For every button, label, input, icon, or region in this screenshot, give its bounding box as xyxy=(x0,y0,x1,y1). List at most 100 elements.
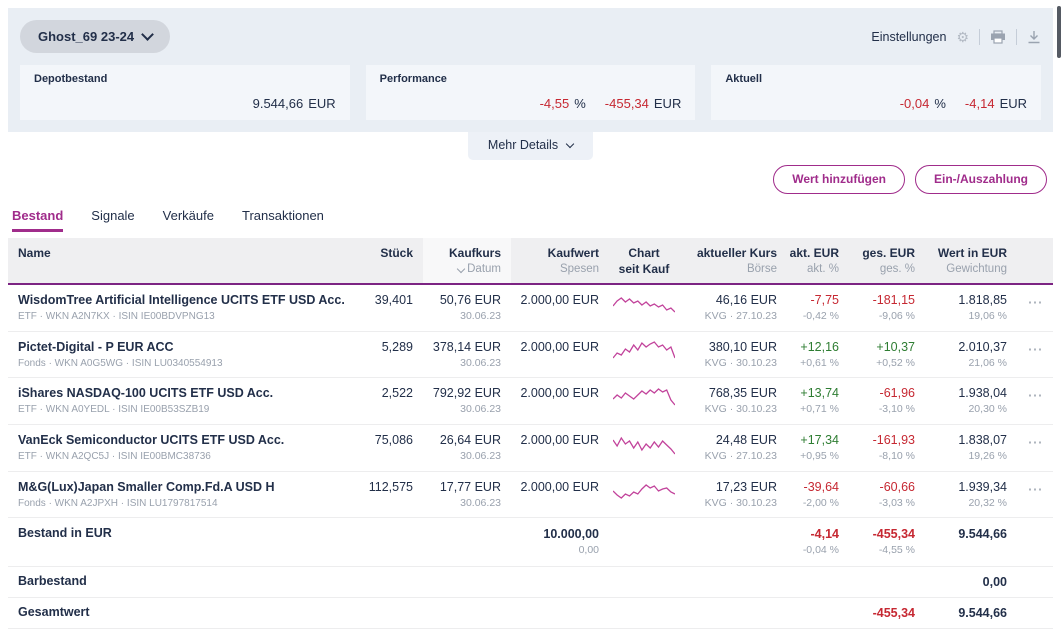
performance-value: -455,34 xyxy=(605,96,649,111)
card-label: Depotbestand xyxy=(34,73,336,85)
instrument-name-link[interactable]: Pictet-Digital - P EUR ACC xyxy=(18,339,355,356)
performance-pct: -4,55 xyxy=(540,96,570,111)
divider xyxy=(979,29,980,45)
table-body: WisdomTree Artificial Intelligence UCITS… xyxy=(8,285,1053,518)
column-header-stueck[interactable]: Stück xyxy=(365,238,423,283)
sparkline-chart xyxy=(613,340,675,364)
more-details-button[interactable]: Mehr Details xyxy=(468,132,593,160)
value-unit: EUR xyxy=(1000,96,1027,111)
settings-label[interactable]: Einstellungen xyxy=(871,30,946,44)
portfolio-name: Ghost_69 23-24 xyxy=(38,29,134,44)
column-header-menu xyxy=(1017,238,1053,283)
table-row[interactable]: M&G(Lux)Japan Smaller Comp.Fd.A USD HFon… xyxy=(8,472,1053,519)
cell-chart xyxy=(609,339,679,367)
cell-kaufwert: 2.000,00 EUR xyxy=(511,432,609,449)
summary-cell: -455,34-4,55 % xyxy=(849,518,925,566)
cell-ges: -60,66-3,03 % xyxy=(849,479,925,512)
cell-kaufwert: 2.000,00 EUR xyxy=(511,339,609,356)
tab-bestand[interactable]: Bestand xyxy=(12,208,63,232)
depot-unit: EUR xyxy=(308,96,335,111)
card-label: Aktuell xyxy=(725,73,1027,85)
sort-chevron-icon xyxy=(457,264,465,272)
instrument-name-link[interactable]: WisdomTree Artificial Intelligence UCITS… xyxy=(18,292,355,309)
cell-wert: 1.838,0719,26 % xyxy=(925,432,1017,465)
cell-name: Pictet-Digital - P EUR ACC Fonds · WKN A0… xyxy=(8,339,365,369)
cell-stueck: 112,575 xyxy=(365,479,423,496)
table-row[interactable]: iShares NASDAQ-100 UCITS ETF USD Acc. ETF… xyxy=(8,378,1053,425)
sparkline-chart xyxy=(613,480,675,504)
table-row[interactable]: Pictet-Digital - P EUR ACC Fonds · WKN A0… xyxy=(8,332,1053,379)
cell-ges: -181,15-9,06 % xyxy=(849,292,925,325)
gear-icon[interactable]: ⚙ xyxy=(956,30,969,44)
cell-akt: -39,64-2,00 % xyxy=(787,479,849,512)
chevron-down-icon xyxy=(566,140,574,148)
cell-kaufkurs: 378,14 EUR30.06.23 xyxy=(423,339,511,372)
cell-akt: -7,75-0,42 % xyxy=(787,292,849,325)
depot-value: 9.544,66 xyxy=(253,96,304,111)
instrument-meta: ETF · WKN A2N7KX · ISIN IE00BDVPNG13 xyxy=(18,311,355,322)
column-header-kurs[interactable]: aktueller KursBörse xyxy=(679,238,787,283)
portfolio-header: Ghost_69 23-24 Einstellungen ⚙ xyxy=(8,8,1053,132)
table-row[interactable]: WisdomTree Artificial Intelligence UCITS… xyxy=(8,285,1053,332)
value-unit: EUR xyxy=(654,96,681,111)
table-row[interactable]: VanEck Semiconductor UCITS ETF USD Acc. E… xyxy=(8,425,1053,472)
tab-signale[interactable]: Signale xyxy=(91,208,134,232)
instrument-name-link[interactable]: M&G(Lux)Japan Smaller Comp.Fd.A USD H xyxy=(18,479,355,496)
tab-bar: Bestand Signale Verkäufe Transaktionen xyxy=(0,194,1061,232)
instrument-name-link[interactable]: VanEck Semiconductor UCITS ETF USD Acc. xyxy=(18,432,355,449)
aktuell-value: -4,14 xyxy=(965,96,995,111)
cell-kurs: 768,35 EURKVG · 30.10.23 xyxy=(679,385,787,418)
column-header-kaufwert[interactable]: KaufwertSpesen xyxy=(511,238,609,283)
row-menu-button[interactable]: ⋯ xyxy=(1017,292,1053,311)
portfolio-selector[interactable]: Ghost_69 23-24 xyxy=(20,20,170,53)
aktuell-pct: -0,04 xyxy=(900,96,930,111)
instrument-meta: Fonds · WKN A0G5WG · ISIN LU0340554913 xyxy=(18,358,355,369)
cell-stueck: 39,401 xyxy=(365,292,423,309)
row-menu-button[interactable]: ⋯ xyxy=(1017,432,1053,451)
sparkline-chart xyxy=(613,386,675,410)
sparkline-chart xyxy=(613,433,675,457)
summary-row: Gesamtwert-455,349.544,66 xyxy=(8,598,1053,629)
cell-kaufwert: 2.000,00 EUR xyxy=(511,479,609,496)
cell-name: VanEck Semiconductor UCITS ETF USD Acc. E… xyxy=(8,432,365,462)
summary-cell: -4,14-0,04 % xyxy=(787,518,849,566)
download-icon xyxy=(1027,30,1041,44)
card-aktuell: Aktuell -0,04 % -4,14 EUR xyxy=(711,65,1041,120)
tab-verkaeufe[interactable]: Verkäufe xyxy=(163,208,214,232)
column-header-ges[interactable]: ges. EURges. % xyxy=(849,238,925,283)
column-header-chart[interactable]: Chartseit Kauf xyxy=(609,238,679,283)
cell-akt: +17,34+0,95 % xyxy=(787,432,849,465)
column-header-akt[interactable]: akt. EURakt. % xyxy=(787,238,849,283)
cell-chart xyxy=(609,292,679,320)
instrument-meta: ETF · WKN A0YEDL · ISIN IE00B53SZB19 xyxy=(18,404,355,415)
cell-wert: 1.938,0420,30 % xyxy=(925,385,1017,418)
row-menu-button[interactable]: ⋯ xyxy=(1017,479,1053,498)
cell-ges: +10,37+0,52 % xyxy=(849,339,925,372)
more-details-label: Mehr Details xyxy=(488,138,558,152)
row-menu-button[interactable]: ⋯ xyxy=(1017,339,1053,358)
summary-row: Bestand in EUR10.000,000,00-4,14-0,04 %-… xyxy=(8,518,1053,567)
instrument-meta: ETF · WKN A2QC5J · ISIN IE00BMC38736 xyxy=(18,451,355,462)
deposit-withdrawal-button[interactable]: Ein-/Auszahlung xyxy=(915,165,1047,194)
cell-ges: -161,93-8,10 % xyxy=(849,432,925,465)
column-header-name[interactable]: Name xyxy=(8,238,365,283)
cell-wert: 1.939,3420,32 % xyxy=(925,479,1017,512)
summary-label: Bestand in EUR xyxy=(8,518,365,547)
cell-akt: +12,16+0,61 % xyxy=(787,339,849,372)
download-button[interactable] xyxy=(1027,30,1041,44)
print-button[interactable] xyxy=(990,30,1006,44)
instrument-name-link[interactable]: iShares NASDAQ-100 UCITS ETF USD Acc. xyxy=(18,385,355,402)
cell-name: WisdomTree Artificial Intelligence UCITS… xyxy=(8,292,365,322)
cell-wert: 2.010,3721,06 % xyxy=(925,339,1017,372)
column-header-wert[interactable]: Wert in EURGewichtung xyxy=(925,238,1017,283)
tab-transaktionen[interactable]: Transaktionen xyxy=(242,208,324,232)
column-header-kaufkurs[interactable]: Kaufkurs Datum xyxy=(423,238,511,283)
settings-toolbar: Einstellungen ⚙ xyxy=(871,29,1041,45)
vertical-scrollbar[interactable] xyxy=(1057,6,1061,58)
row-menu-button[interactable]: ⋯ xyxy=(1017,385,1053,404)
add-value-button[interactable]: Wert hinzufügen xyxy=(773,165,905,194)
divider xyxy=(1016,29,1017,45)
cell-chart xyxy=(609,385,679,413)
summary-cell: -455,34 xyxy=(849,598,925,628)
cell-stueck: 5,289 xyxy=(365,339,423,356)
